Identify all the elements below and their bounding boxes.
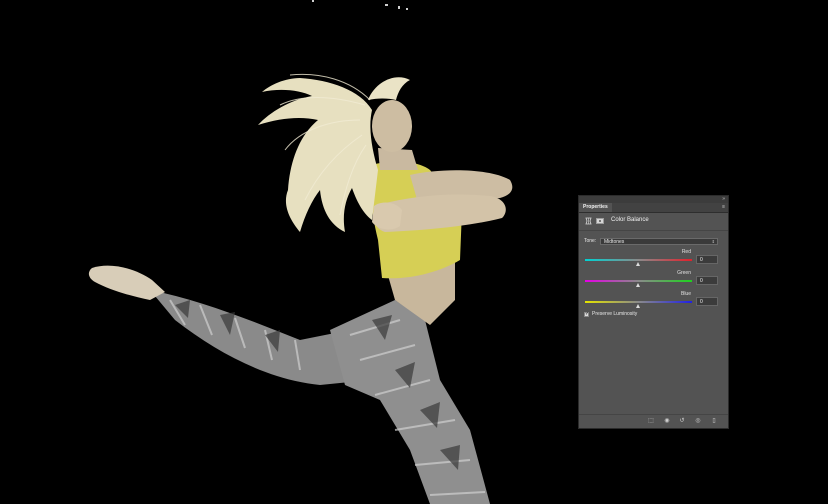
neck xyxy=(378,148,418,170)
slider-label-blue: Blue xyxy=(680,291,691,297)
adjustment-header: Color Balance xyxy=(579,213,728,231)
slider-value-red[interactable]: 0 xyxy=(696,255,718,264)
reset-icon[interactable]: ↺ xyxy=(678,418,686,425)
color-balance-icon xyxy=(585,217,592,225)
tone-row: Tone: Midtones ⇕ xyxy=(584,238,718,245)
trash-icon[interactable]: ▯ xyxy=(710,418,718,425)
slider-value-blue[interactable]: 0 xyxy=(696,297,718,306)
tone-label: Tone: xyxy=(584,238,597,244)
slider-track-blue[interactable] xyxy=(585,301,692,303)
slider-track-red[interactable] xyxy=(585,259,692,261)
dropdown-arrows-icon: ⇕ xyxy=(711,239,715,244)
tone-value: Midtones xyxy=(604,239,625,245)
layer-mask-icon[interactable] xyxy=(596,218,604,224)
panel-tab-bar: Properties ≡ xyxy=(579,203,728,213)
slider-thumb-red[interactable] xyxy=(636,262,640,266)
slider-thumb-green[interactable] xyxy=(636,283,640,287)
tab-properties[interactable]: Properties xyxy=(579,203,612,212)
slider-track-green[interactable] xyxy=(585,280,692,282)
double-chevron-icon[interactable]: » xyxy=(722,196,725,203)
view-previous-icon[interactable]: ◉ xyxy=(663,418,671,425)
panel-top-strip: » xyxy=(579,196,728,203)
preserve-luminosity-checkbox[interactable] xyxy=(584,311,589,317)
clip-to-layer-icon[interactable]: ⬚ xyxy=(647,418,655,425)
preserve-luminosity-label: Preserve Luminosity xyxy=(592,311,638,317)
tone-dropdown[interactable]: Midtones ⇕ xyxy=(600,238,718,245)
slider-label-red: Red xyxy=(681,249,691,255)
slider-label-green: Green xyxy=(677,270,691,276)
hand xyxy=(372,202,402,230)
panel-menu-icon[interactable]: ≡ xyxy=(722,203,725,212)
slider-value-green[interactable]: 0 xyxy=(696,276,718,285)
slider-thumb-blue[interactable] xyxy=(636,304,640,308)
panel-footer: ⬚ ◉ ↺ ◎ ▯ xyxy=(579,414,728,428)
properties-panel: » Properties ≡ Color Balance Tone: Midto… xyxy=(578,195,729,429)
head xyxy=(372,100,412,152)
visibility-eye-icon[interactable]: ◎ xyxy=(694,418,702,425)
adjustment-title: Color Balance xyxy=(611,217,649,223)
